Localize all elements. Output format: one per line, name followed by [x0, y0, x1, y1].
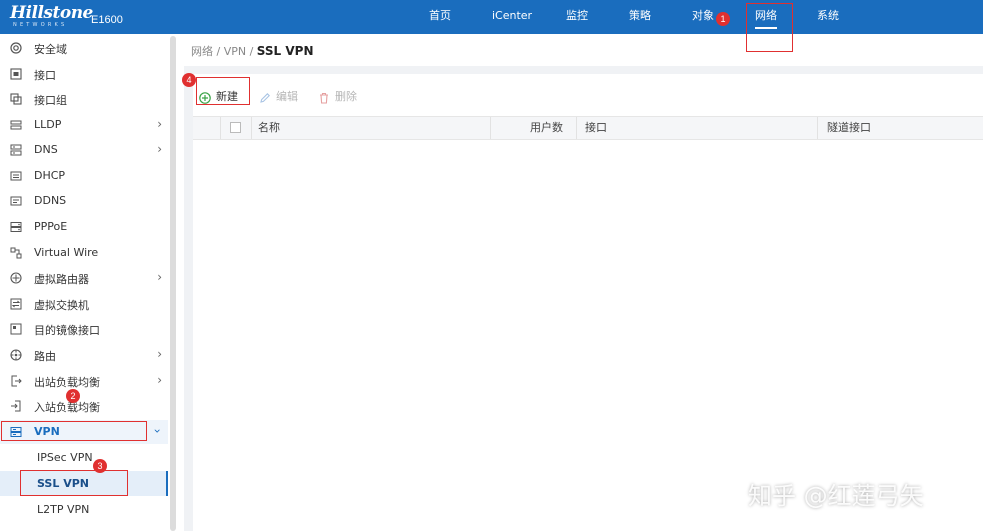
- sidebar-item-mirror-interface[interactable]: 目的镜像接口: [0, 317, 168, 341]
- device-model: E1600: [91, 14, 123, 26]
- ddns-icon: [10, 196, 22, 206]
- sidebar-item-ddns[interactable]: DDNS: [0, 189, 168, 213]
- top-bar: Hillstone NETWORKS E1600 首页 iCenter 监控 策…: [0, 0, 983, 34]
- nav-icenter[interactable]: iCenter: [492, 0, 532, 34]
- sidebar-item-label: 虚拟路由器: [34, 273, 89, 286]
- chevron-right-icon: ›: [157, 117, 162, 131]
- interface-group-icon: [10, 93, 22, 105]
- chevron-right-icon: ›: [157, 270, 162, 284]
- hillstone-logo[interactable]: Hillstone NETWORKS: [10, 3, 93, 29]
- inbound-lb-icon: [11, 400, 21, 412]
- sidebar: 安全域 接口 接口组 LLDP › DNS › DHCP DDNS PPPoE …: [0, 34, 168, 531]
- sidebar-scrollbar[interactable]: [170, 36, 176, 531]
- sidebar-item-label: 出站负载均衡: [34, 376, 100, 389]
- sidebar-item-label: 目的镜像接口: [34, 324, 100, 337]
- column-separator: [817, 117, 818, 139]
- sidebar-item-label: DDNS: [34, 194, 67, 207]
- content-area: 新建 编辑 删除 名称 用户数 接口 隧道接口: [184, 66, 983, 531]
- sidebar-item-lldp[interactable]: LLDP ›: [0, 113, 168, 137]
- dhcp-icon: [10, 171, 22, 181]
- sidebar-subitem-label: IPSec VPN: [37, 451, 93, 464]
- sidebar-item-label: DHCP: [34, 169, 66, 182]
- main-content: 网络 / VPN / SSL VPN 新建 编辑 删除 名称 用户数 接口 隧道…: [178, 34, 983, 531]
- sidebar-item-security-zone[interactable]: 安全域: [0, 36, 168, 60]
- sidebar-item-inbound-lb[interactable]: 入站负载均衡: [0, 394, 168, 418]
- sidebar-item-virtual-wire[interactable]: Virtual Wire: [0, 241, 168, 265]
- column-separator: [576, 117, 577, 139]
- sidebar-item-label: LLDP: [34, 118, 62, 131]
- sidebar-item-dns[interactable]: DNS ›: [0, 138, 168, 162]
- watermark-text: 知乎 @红莲弓矢: [748, 482, 924, 510]
- sidebar-subitem-l2tp-vpn[interactable]: L2TP VPN: [0, 497, 168, 522]
- mirror-interface-icon: [10, 323, 22, 335]
- step-badge-2: 2: [66, 389, 80, 403]
- interface-icon: [10, 68, 22, 80]
- sidebar-item-virtual-router[interactable]: 虚拟路由器 ›: [0, 266, 168, 290]
- breadcrumb-path: 网络 / VPN /: [191, 45, 257, 58]
- table-header: 名称 用户数 接口 隧道接口: [193, 116, 983, 140]
- column-separator: [251, 117, 252, 139]
- chevron-right-icon: ›: [157, 347, 162, 361]
- highlight-box-vpn: [1, 421, 147, 441]
- pencil-icon: [260, 93, 270, 103]
- column-separator: [220, 117, 221, 139]
- dns-icon: [10, 144, 22, 156]
- virtual-switch-icon: [10, 298, 22, 310]
- outbound-lb-icon: [11, 375, 22, 387]
- sidebar-item-interface-group[interactable]: 接口组: [0, 87, 168, 111]
- highlight-box-network: [746, 3, 793, 52]
- sidebar-item-route[interactable]: 路由 ›: [0, 343, 168, 367]
- ssl-vpn-panel: 新建 编辑 删除 名称 用户数 接口 隧道接口: [193, 74, 983, 531]
- nav-home[interactable]: 首页: [429, 0, 451, 34]
- highlight-box-ssl-vpn: [20, 470, 128, 496]
- sidebar-item-virtual-switch[interactable]: 虚拟交换机: [0, 292, 168, 316]
- sidebar-item-label: 路由: [34, 350, 56, 363]
- sidebar-item-pppoe[interactable]: PPPoE: [0, 215, 168, 239]
- highlight-box-new: [196, 77, 250, 105]
- table-body: [193, 140, 983, 531]
- edit-button-label: 编辑: [276, 90, 298, 103]
- security-zone-icon: [10, 42, 22, 54]
- column-header-interface[interactable]: 接口: [585, 117, 607, 139]
- select-all-checkbox[interactable]: [230, 122, 241, 133]
- virtual-wire-icon: [10, 247, 22, 259]
- sidebar-item-label: Virtual Wire: [34, 246, 99, 259]
- breadcrumb: 网络 / VPN / SSL VPN: [191, 43, 314, 59]
- chevron-right-icon: ›: [157, 142, 162, 156]
- column-separator: [490, 117, 491, 139]
- sidebar-item-label: 安全域: [34, 43, 67, 56]
- column-header-name[interactable]: 名称: [258, 117, 280, 139]
- sidebar-item-dhcp[interactable]: DHCP: [0, 164, 168, 188]
- delete-button-label: 删除: [335, 90, 357, 103]
- nav-monitor[interactable]: 监控: [566, 0, 588, 34]
- sidebar-item-outbound-lb[interactable]: 出站负载均衡 ›: [0, 369, 168, 393]
- trash-icon: [320, 92, 328, 104]
- chevron-down-icon: ›: [150, 428, 165, 434]
- column-header-user-count[interactable]: 用户数: [530, 117, 563, 139]
- column-header-tunnel-interface[interactable]: 隧道接口: [827, 117, 871, 139]
- sidebar-item-label: 接口: [34, 69, 56, 82]
- lldp-icon: [10, 120, 22, 130]
- sidebar-subitem-label: L2TP VPN: [37, 503, 90, 516]
- route-icon: [10, 349, 22, 361]
- step-badge-1: 1: [716, 12, 730, 26]
- sidebar-item-label: PPPoE: [34, 220, 68, 233]
- nav-system[interactable]: 系统: [817, 0, 839, 34]
- sidebar-subitem-ipsec-vpn[interactable]: IPSec VPN: [0, 445, 168, 470]
- chevron-right-icon: ›: [157, 373, 162, 387]
- sidebar-item-interface[interactable]: 接口: [0, 62, 168, 86]
- virtual-router-icon: [10, 272, 22, 284]
- logo-sub-text: NETWORKS: [13, 22, 68, 28]
- sidebar-item-label: 虚拟交换机: [34, 299, 89, 312]
- sidebar-item-label: 入站负载均衡: [34, 401, 100, 414]
- nav-policy[interactable]: 策略: [629, 0, 651, 34]
- sidebar-item-label: 接口组: [34, 94, 67, 107]
- step-badge-3: 3: [93, 459, 107, 473]
- sidebar-item-label: DNS: [34, 143, 58, 156]
- pppoe-icon: [10, 222, 22, 232]
- breadcrumb-current: SSL VPN: [256, 44, 314, 58]
- nav-object[interactable]: 对象: [692, 0, 714, 34]
- step-badge-4: 4: [182, 73, 196, 87]
- logo-brand-text: Hillstone: [10, 3, 93, 23]
